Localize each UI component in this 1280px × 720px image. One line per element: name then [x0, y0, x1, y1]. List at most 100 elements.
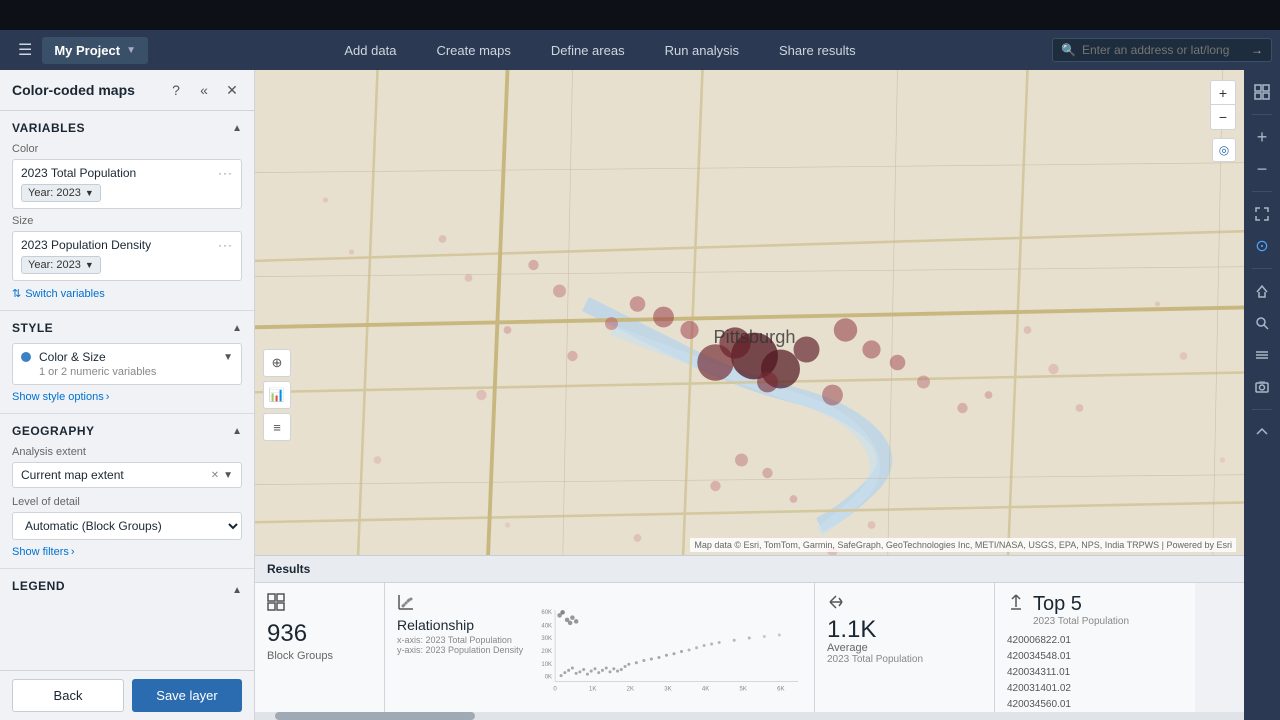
list-tool-button[interactable]: ≡ — [263, 413, 291, 441]
block-groups-count: 936 — [267, 622, 372, 646]
close-panel-icon[interactable]: ✕ — [222, 80, 242, 100]
legend-collapse-icon[interactable]: ▲ — [232, 585, 242, 596]
zoom-in-toolbar-button[interactable]: + — [1248, 123, 1276, 151]
collapse-panel-icon[interactable]: « — [194, 80, 214, 100]
style-collapse-icon[interactable]: ▲ — [232, 323, 242, 334]
layers-button[interactable] — [1248, 341, 1276, 369]
grid-view-button[interactable] — [1248, 78, 1276, 106]
color-label: Color — [12, 143, 242, 155]
geography-collapse-icon[interactable]: ▲ — [232, 426, 242, 437]
color-variable-header: 2023 Total Population ··· — [21, 166, 233, 180]
search-input[interactable] — [1082, 43, 1245, 57]
svg-text:5K: 5K — [740, 687, 747, 693]
location-button[interactable]: ◎ — [1212, 138, 1236, 162]
show-filters-arrow-icon: › — [71, 546, 75, 558]
switch-variables-btn[interactable]: ⇅ Switch variables — [12, 287, 242, 300]
help-icon[interactable]: ? — [166, 80, 186, 100]
average-card: 1.1K Average 2023 Total Population — [815, 583, 995, 720]
style-header: Style ▲ — [12, 321, 242, 335]
average-sublabel: 2023 Total Population — [827, 654, 982, 665]
svg-text:3K: 3K — [664, 687, 671, 693]
nav-bar: ☰ My Project ▼ Add data Create maps Defi… — [0, 30, 1280, 70]
panel-header-icons: ? « ✕ — [166, 80, 242, 100]
block-groups-card: 936 Block Groups — [255, 583, 385, 720]
color-variable-menu-icon[interactable]: ··· — [218, 166, 233, 180]
results-title: Results — [267, 562, 310, 576]
size-variable-name: 2023 Population Density — [21, 238, 151, 252]
svg-text:Pittsburgh: Pittsburgh — [714, 327, 796, 347]
svg-text:40K: 40K — [541, 623, 552, 629]
nav-define-areas[interactable]: Define areas — [531, 30, 645, 70]
size-variable-row: 2023 Population Density ··· Year: 2023 ▼ — [12, 231, 242, 281]
map-area[interactable]: Pittsburgh Map data © Esri, TomTom, Garm… — [255, 70, 1280, 720]
nav-run-analysis[interactable]: Run analysis — [645, 30, 759, 70]
svg-text:1K: 1K — [589, 687, 596, 693]
color-year-badge[interactable]: Year: 2023 ▼ — [21, 184, 101, 202]
nav-create-maps[interactable]: Create maps — [416, 30, 530, 70]
analysis-extent-clear-icon[interactable]: ✕ — [211, 470, 219, 481]
switch-icon: ⇅ — [12, 287, 21, 300]
map-attribution: Map data © Esri, TomTom, Garmin, SafeGra… — [690, 538, 1236, 552]
color-year-select: Year: 2023 ▼ — [21, 184, 233, 202]
style-row-header: Color & Size ▼ — [21, 350, 233, 364]
color-variable-row: 2023 Total Population ··· Year: 2023 ▼ — [12, 159, 242, 209]
project-selector[interactable]: My Project ▼ — [42, 37, 148, 64]
search-bar[interactable]: 🔍 → — [1052, 38, 1272, 62]
chart-tool-button[interactable]: 📊 — [263, 381, 291, 409]
toolbar-separator-4 — [1252, 409, 1272, 410]
analysis-extent-controls: ✕ ▼ — [211, 470, 233, 481]
relationship-left: Relationship x-axis: 2023 Total Populati… — [397, 593, 523, 710]
show-style-options-link[interactable]: Show style options › — [12, 391, 242, 403]
top5-item-2: 420034548.01 — [1007, 649, 1183, 665]
map-tools: ⊕ 📊 ≡ — [263, 349, 291, 441]
level-of-detail-select[interactable]: Automatic (Block Groups) — [12, 512, 242, 540]
show-filters-link[interactable]: Show filters › — [12, 546, 242, 558]
show-style-arrow-icon: › — [106, 391, 110, 403]
zoom-in-button[interactable]: + — [1211, 81, 1235, 105]
color-year-label: Year: 2023 — [28, 187, 81, 199]
search-submit-icon[interactable]: → — [1251, 43, 1263, 57]
svg-text:6K: 6K — [777, 687, 784, 693]
color-variable-name: 2023 Total Population — [21, 166, 136, 180]
hamburger-icon[interactable]: ☰ — [8, 40, 42, 60]
results-scrollbar-thumb[interactable] — [275, 712, 475, 720]
results-panel: Results 936 Block Groups — [255, 555, 1280, 720]
back-button[interactable]: Back — [12, 679, 124, 712]
analysis-extent-value: Current map extent — [21, 468, 124, 482]
nav-share-results[interactable]: Share results — [759, 30, 876, 70]
size-label: Size — [12, 215, 242, 227]
screenshot-button[interactable] — [1248, 373, 1276, 401]
analysis-extent-select[interactable]: Current map extent ✕ ▼ — [12, 462, 242, 488]
save-layer-button[interactable]: Save layer — [132, 679, 242, 712]
size-year-label: Year: 2023 — [28, 259, 81, 271]
location-toolbar-button[interactable]: ⊙ — [1248, 232, 1276, 260]
size-year-badge[interactable]: Year: 2023 ▼ — [21, 256, 101, 274]
top5-title: Top 5 — [1033, 593, 1129, 616]
size-variable-menu-icon[interactable]: ··· — [218, 238, 233, 252]
nav-add-data[interactable]: Add data — [324, 30, 416, 70]
fullscreen-button[interactable] — [1248, 200, 1276, 228]
size-year-chevron-icon: ▼ — [85, 260, 94, 270]
bottom-buttons: Back Save layer — [0, 670, 254, 720]
analysis-extent-label: Analysis extent — [12, 446, 242, 458]
home-button[interactable] — [1248, 277, 1276, 305]
svg-text:10K: 10K — [541, 662, 552, 668]
show-filters-label: Show filters — [12, 546, 69, 558]
magnifier-tool-button[interactable]: ⊕ — [263, 349, 291, 377]
top5-item-1: 420006822.01 — [1007, 633, 1183, 649]
variables-collapse-icon[interactable]: ▲ — [232, 123, 242, 134]
zoom-out-toolbar-button[interactable]: − — [1248, 155, 1276, 183]
results-scrollbar[interactable] — [255, 712, 1280, 720]
zoom-out-button[interactable]: − — [1211, 105, 1235, 129]
main-content: Color-coded maps ? « ✕ Variables ▲ Color… — [0, 70, 1280, 720]
top5-header-row: Top 5 2023 Total Population — [1007, 593, 1183, 627]
style-type-name: Color & Size — [39, 350, 215, 364]
expand-results-button[interactable] — [1248, 418, 1276, 446]
top5-label: 2023 Total Population — [1033, 616, 1129, 627]
analysis-extent-chevron-icon: ▼ — [223, 470, 233, 481]
project-name: My Project — [54, 43, 120, 58]
top5-item-3: 420034311.01 — [1007, 665, 1183, 681]
average-icon — [827, 593, 982, 616]
variables-section: Variables ▲ Color 2023 Total Population … — [0, 111, 254, 311]
search-toolbar-button[interactable] — [1248, 309, 1276, 337]
